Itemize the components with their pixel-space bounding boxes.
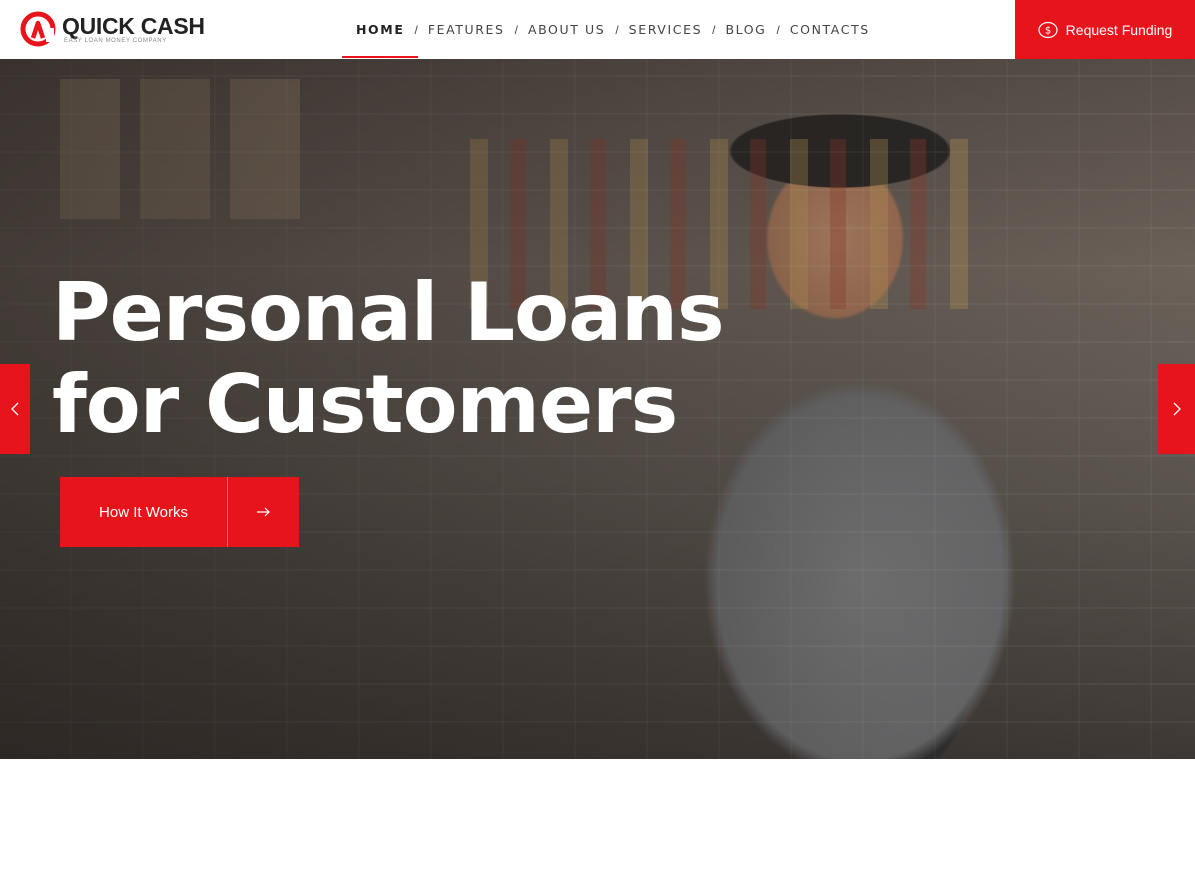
logo[interactable]: QUICK CASH EASY LOAN MONEY COMPANY [20,11,205,47]
slider-prev-button[interactable] [0,364,30,454]
svg-text:$: $ [1044,25,1050,36]
nav-item-contacts[interactable]: CONTACTS [776,0,884,59]
hero-headline: Personal Loans for Customers [52,266,725,451]
logo-text: QUICK CASH EASY LOAN MONEY COMPANY [62,12,205,44]
nav-item-features[interactable]: FEATURES [414,0,519,59]
hero-headline-line1: Personal Loans [52,266,725,359]
hero-headline-line2: for Customers [52,358,678,451]
site-header: QUICK CASH EASY LOAN MONEY COMPANY HOME … [0,0,1195,59]
nav-item-home[interactable]: HOME [342,0,419,59]
request-funding-button[interactable]: $ Request Funding [1015,0,1195,59]
chevron-right-icon [1173,402,1181,416]
how-it-works-button[interactable]: How It Works [60,477,299,547]
brand-name-part2: CASH [134,12,205,39]
slider-next-button[interactable] [1158,364,1195,454]
brand-name: QUICK CASH [62,12,205,39]
request-funding-label: Request Funding [1065,21,1173,38]
brand-name-part1: QUICK [62,12,135,39]
logo-mark-icon [20,11,56,47]
dollar-circle-icon: $ [1038,21,1058,38]
arrow-right-icon [228,477,299,547]
hero-slider: Personal Loans for Customers How It Work… [0,59,1195,759]
nav-item-blog[interactable]: BLOG [711,0,780,59]
chevron-left-icon [11,402,19,416]
nav-item-services[interactable]: SERVICES [615,0,716,59]
how-it-works-label: How It Works [60,477,228,547]
main-nav: HOME / FEATURES / ABOUT US / SERVICES / … [342,0,884,59]
nav-item-about-us[interactable]: ABOUT US [514,0,619,59]
brand-tagline: EASY LOAN MONEY COMPANY [64,37,167,44]
